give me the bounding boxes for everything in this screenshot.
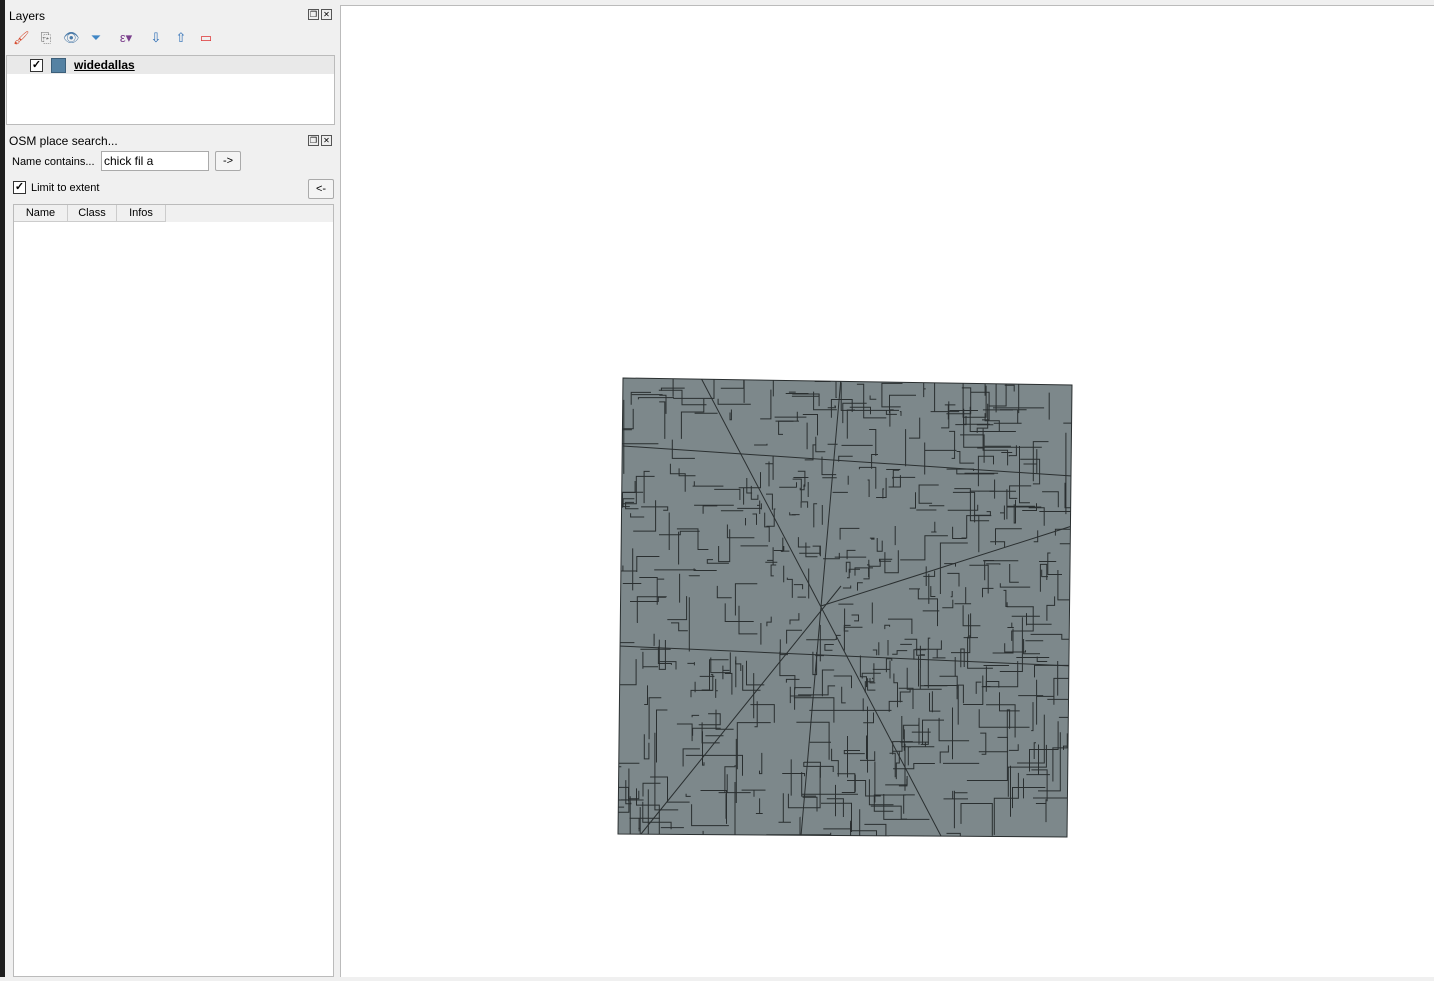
filter-icon[interactable]: ⏷	[88, 30, 104, 46]
column-header-class[interactable]: Class	[68, 205, 117, 222]
name-search-input[interactable]	[101, 151, 209, 171]
tract-boundary	[838, 357, 849, 381]
results-table: Name Class Infos	[13, 204, 334, 977]
column-header-infos[interactable]: Infos	[117, 205, 166, 222]
layers-dock-buttons: ❐✕	[308, 9, 332, 20]
add-group-icon[interactable]: ⎘	[38, 30, 54, 46]
tract-boundary	[1064, 746, 1103, 750]
float-icon[interactable]: ❐	[308, 135, 319, 146]
style-brush-icon[interactable]: 🖌	[13, 30, 29, 46]
osm-dock-buttons: ❐✕	[308, 135, 332, 146]
float-icon[interactable]: ❐	[308, 9, 319, 20]
expression-filter-icon[interactable]: ε▾	[113, 30, 139, 46]
layer-visibility-checkbox[interactable]: ✓	[30, 59, 43, 72]
layer-symbol-swatch	[51, 58, 66, 73]
close-icon[interactable]: ✕	[321, 135, 332, 146]
tract-boundary	[929, 505, 944, 506]
collapse-all-icon[interactable]: ⇧	[173, 30, 189, 46]
remove-layer-icon[interactable]: ▭	[198, 30, 214, 46]
left-dock: Layers ❐✕ 🖌 ⎘ 👁 ⏷ ε▾ ⇩ ⇧ ▭ ✓ widedallas …	[5, 0, 336, 977]
layer-name: widedallas	[74, 58, 135, 72]
layer-tree: ✓ widedallas	[6, 55, 335, 125]
visibility-eye-icon[interactable]: 👁	[63, 30, 79, 46]
expand-all-icon[interactable]: ⇩	[148, 30, 164, 46]
layers-toolbar: 🖌 ⎘ 👁 ⏷ ε▾ ⇩ ⇧ ▭	[13, 30, 214, 46]
limit-extent-checkbox[interactable]: ✓	[13, 181, 26, 194]
osm-panel-title: OSM place search...	[9, 134, 118, 148]
name-contains-label: Name contains...	[12, 156, 95, 168]
layer-item-widedallas[interactable]: ✓ widedallas	[7, 56, 334, 74]
back-button[interactable]: <-	[308, 179, 334, 199]
tract-boundary	[1070, 551, 1104, 588]
limit-extent-label: Limit to extent	[31, 182, 99, 194]
tract-boundary	[810, 368, 830, 381]
layers-panel-title: Layers	[9, 9, 45, 23]
tract-boundary	[689, 575, 700, 576]
map-svg	[341, 6, 1434, 978]
map-canvas[interactable]	[340, 5, 1434, 977]
search-go-button[interactable]: ->	[215, 151, 241, 171]
column-header-name[interactable]: Name	[14, 205, 68, 222]
close-icon[interactable]: ✕	[321, 9, 332, 20]
